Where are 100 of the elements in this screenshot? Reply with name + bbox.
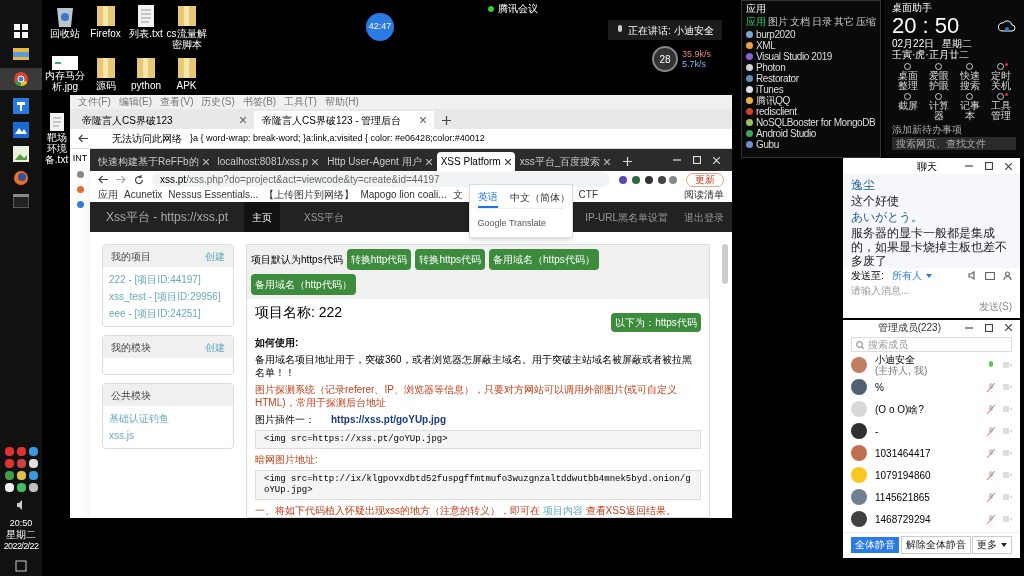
muted-microphone-icon[interactable] — [987, 470, 995, 480]
folder-icon[interactable] — [94, 56, 117, 80]
bookmark[interactable]: Mapogo lion coali... — [360, 189, 447, 201]
reload-icon[interactable] — [134, 174, 144, 185]
close-icon[interactable] — [420, 117, 426, 123]
category-tab[interactable]: 应用 — [746, 16, 766, 27]
category-tab[interactable]: 压缩 — [856, 16, 876, 27]
tool-button[interactable]: 计算器 — [923, 93, 954, 121]
folder-icon[interactable] — [175, 4, 198, 28]
address-bar[interactable]: xss.pt/xss.php?do=project&act=viewcode&ty=create&id=44197 — [152, 172, 610, 187]
tool-button[interactable]: 定时关机 — [985, 63, 1016, 91]
browser-tab[interactable]: XSS Platform — [436, 152, 515, 171]
app-item[interactable]: iTunes — [746, 84, 876, 95]
app-item[interactable]: XML — [746, 40, 876, 51]
action-button[interactable]: 以下为：https代码 — [611, 313, 701, 332]
maximize-icon[interactable] — [985, 162, 993, 170]
menu-item[interactable]: 编辑(E) — [118, 96, 153, 108]
tool-button[interactable]: 桌面整理 — [892, 63, 923, 91]
muted-microphone-icon[interactable] — [987, 448, 995, 458]
folder-icon[interactable] — [94, 4, 117, 28]
nav-item[interactable]: 主页 — [244, 202, 281, 232]
menu-item[interactable]: 工具(T) — [284, 96, 317, 108]
app-item[interactable]: NoSQLBooster for MongoDB — [746, 117, 876, 128]
person-icon[interactable] — [1003, 271, 1012, 280]
plugin-link[interactable]: https://xss.pt/goYUp.jpg — [331, 413, 446, 426]
tool-button[interactable]: 工具管理 — [985, 93, 1016, 121]
notification-icon[interactable] — [15, 560, 27, 572]
terminal-icon[interactable] — [13, 194, 29, 208]
search-field[interactable]: 搜索网页、查找文件 — [892, 137, 1016, 150]
app-item[interactable]: redisclient — [746, 106, 876, 117]
back-icon[interactable] — [98, 175, 108, 184]
bookmark[interactable]: Nessus Essentials... — [168, 189, 259, 201]
app-item[interactable]: Photon — [746, 62, 876, 73]
bookmark[interactable]: 【上传图片到网络】 — [264, 189, 355, 201]
bookmark[interactable]: CTF — [578, 189, 599, 201]
search-icon[interactable] — [856, 340, 864, 349]
muted-microphone-icon[interactable] — [987, 404, 995, 414]
nav-item[interactable]: XSS平台 — [296, 202, 353, 232]
back-icon[interactable] — [78, 134, 88, 143]
tool-button[interactable]: 截屏 — [892, 93, 923, 121]
action-button[interactable]: 备用域名（http代码） — [251, 274, 356, 295]
action-button[interactable]: 转换https代码 — [415, 249, 486, 270]
category-tab[interactable]: 其它 — [834, 16, 854, 27]
minimize-icon[interactable] — [673, 156, 681, 164]
folder-icon[interactable] — [135, 56, 157, 80]
image-viewer-icon[interactable] — [13, 146, 29, 162]
tool-button[interactable]: 记事本 — [954, 93, 985, 121]
send-button[interactable]: 发送(S) — [978, 299, 1012, 314]
muted-microphone-icon[interactable] — [987, 492, 995, 502]
close-icon[interactable] — [604, 158, 611, 165]
close-icon[interactable] — [1005, 162, 1012, 170]
speaker-icon[interactable] — [968, 271, 977, 280]
action-button[interactable]: 备用域名（https代码） — [489, 249, 599, 270]
muted-microphone-icon[interactable] — [987, 382, 995, 392]
menu-item[interactable]: 书签(B) — [242, 96, 277, 108]
menu-item[interactable]: 查看(V) — [160, 96, 194, 108]
close-icon[interactable] — [202, 158, 209, 165]
bookmark[interactable]: Acunetix — [124, 189, 163, 201]
image-icon[interactable] — [985, 271, 995, 280]
tool-button[interactable]: 快速搜索 — [954, 63, 985, 91]
bookmark[interactable]: 应用 — [98, 189, 118, 201]
app-item[interactable]: Gubu — [746, 139, 876, 150]
nav-item[interactable]: IP-URL黑名单设置 — [585, 209, 668, 225]
muted-microphone-icon[interactable] — [987, 514, 995, 524]
menu-item[interactable]: 历史(S) — [201, 96, 235, 108]
category-tab[interactable]: 日录 — [812, 16, 832, 27]
member-action-button[interactable]: 解除全体静音 — [900, 536, 971, 554]
action-button[interactable]: 转换http代码 — [346, 249, 412, 270]
app-item[interactable]: burp2020 — [746, 29, 876, 40]
new-tab-icon[interactable] — [442, 115, 451, 125]
muted-microphone-icon[interactable] — [987, 426, 995, 436]
document-icon[interactable] — [48, 112, 65, 132]
language-tab[interactable]: 中文（简体） — [509, 190, 570, 207]
app-icon[interactable] — [13, 98, 29, 114]
nav-item[interactable]: 退出登录 — [684, 209, 724, 225]
reading-list[interactable]: 阅读清单 — [684, 189, 724, 201]
app-item[interactable]: Android Studio — [746, 128, 876, 139]
close-icon[interactable] — [1005, 324, 1012, 331]
category-tab[interactable]: 文档 — [790, 16, 810, 27]
category-tab[interactable]: 图片 — [768, 16, 788, 27]
image-file-icon[interactable] — [52, 56, 78, 70]
recipient-dropdown[interactable]: 所有人 — [891, 268, 932, 283]
language-tab[interactable]: 英语 — [477, 189, 498, 208]
minimize-icon[interactable] — [965, 162, 973, 170]
app-item[interactable]: 腾讯QQ — [746, 95, 876, 106]
start-icon[interactable] — [14, 24, 28, 38]
folder-icon[interactable] — [13, 46, 29, 60]
close-icon[interactable] — [504, 158, 511, 165]
scrollbar[interactable] — [722, 244, 728, 284]
browser-tab[interactable]: 帝隆言人CS界破123 - 管理后台 — [254, 111, 434, 129]
app-item[interactable]: Restorator — [746, 73, 876, 84]
member-action-button[interactable]: 更多 — [972, 536, 1012, 554]
meeting-timer[interactable]: 42:47 — [366, 13, 394, 41]
app-item[interactable]: Visual Studio 2019 — [746, 51, 876, 62]
bookmark[interactable]: 文 — [452, 189, 463, 201]
close-icon[interactable] — [312, 158, 319, 165]
menu-item[interactable]: 帮助(H) — [324, 96, 359, 108]
tool-button[interactable]: 爱眼护眼 — [923, 63, 954, 91]
folder-icon[interactable] — [175, 56, 198, 80]
firefox-icon[interactable] — [13, 170, 29, 186]
